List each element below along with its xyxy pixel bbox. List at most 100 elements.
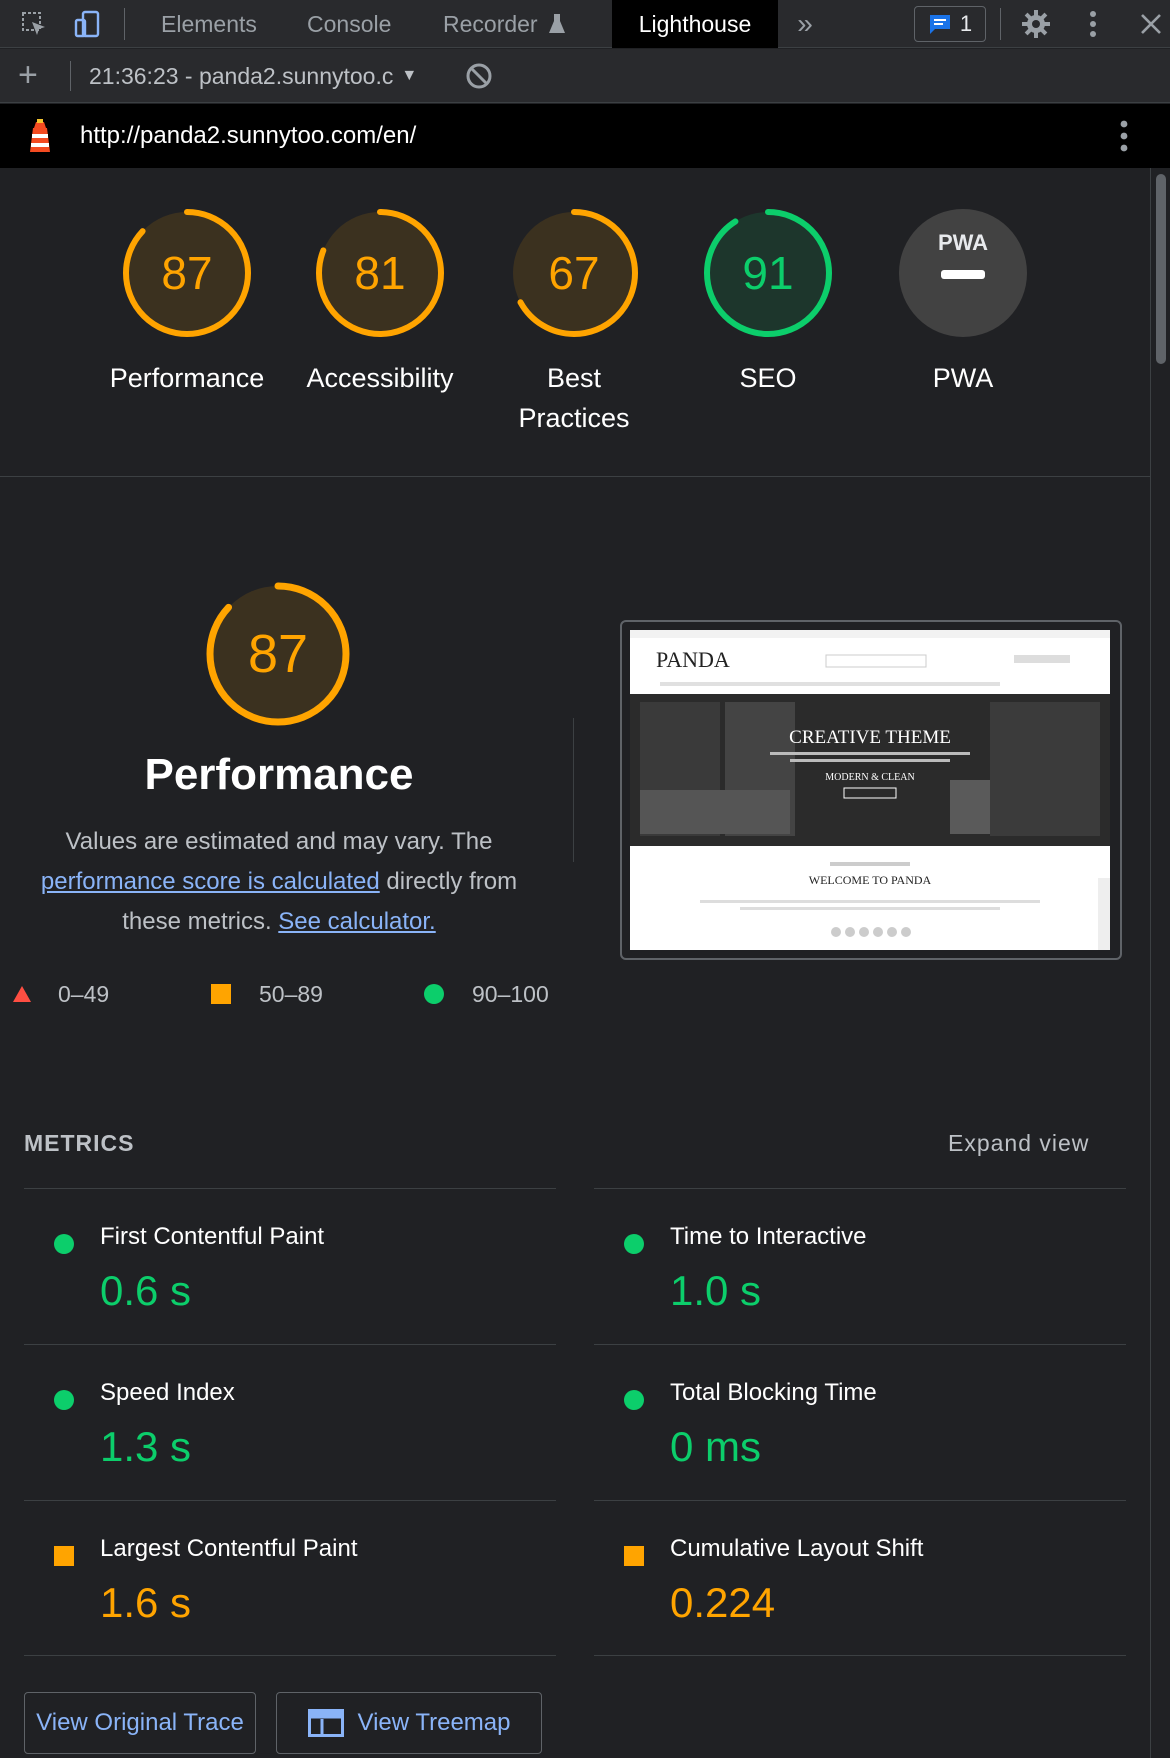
tab-console[interactable]: Console [307, 0, 391, 48]
metric-value: 1.6 s [100, 1579, 192, 1626]
devtools-toolbar: Elements Console Recorder Lighthouse » 1 [0, 0, 1170, 48]
button-label: View Treemap [357, 1709, 511, 1736]
pass-circle-icon [624, 1390, 644, 1410]
screenshot-illustration: PANDA CREATIVE THEME MODERN & CLEAN WELC… [630, 630, 1110, 950]
tab-recorder-label: Recorder [443, 10, 538, 37]
inspect-element-icon[interactable] [14, 0, 54, 48]
settings-gear-icon[interactable] [1018, 0, 1054, 48]
pwa-badge-text: PWA [938, 230, 988, 255]
message-icon [929, 15, 950, 34]
gauge-label: PWA [932, 363, 994, 393]
report-menu-icon[interactable] [1120, 120, 1128, 152]
performance-description: Values are estimated and may vary. The p… [20, 822, 538, 942]
metric-speed-index: Speed Index 1.3 s [24, 1344, 556, 1500]
clear-reports-icon[interactable] [465, 62, 493, 90]
average-square-icon [54, 1546, 74, 1566]
lighthouse-logo-icon [30, 119, 50, 152]
page-screenshot-thumbnail[interactable]: PANDA CREATIVE THEME MODERN & CLEAN WELC… [620, 620, 1122, 960]
performance-score-link[interactable]: performance score is calculated [41, 868, 380, 895]
gauge-score-value: 67 [548, 247, 600, 299]
gauge-score-value: 81 [354, 247, 406, 299]
metrics-heading: METRICS [24, 1130, 135, 1156]
fail-triangle-icon [13, 986, 31, 1002]
metric-name: Total Blocking Time [670, 1379, 877, 1406]
metric-largest-contentful-paint: Largest Contentful Paint 1.6 s [24, 1500, 556, 1656]
metric-cumulative-layout-shift: Cumulative Layout Shift 0.224 [594, 1500, 1126, 1656]
score-gauge-seo[interactable]: 91 SEO [673, 208, 863, 438]
thumb-hero-title: CREATIVE THEME [789, 727, 951, 748]
close-icon[interactable] [1134, 0, 1168, 48]
report-bar: + 21:36:23 - panda2.sunnytoo.c ▼ [0, 49, 1170, 103]
metric-first-contentful-paint: First Contentful Paint 0.6 s [24, 1188, 556, 1344]
vertical-separator [573, 718, 574, 862]
metric-name: Speed Index [100, 1379, 235, 1406]
performance-title: Performance [144, 750, 414, 799]
tab-lighthouse[interactable]: Lighthouse [612, 0, 778, 48]
thumb-welcome: WELCOME TO PANDA [809, 873, 932, 887]
metric-value: 0 ms [670, 1423, 762, 1470]
legend-label: 50–89 [259, 980, 323, 1007]
pass-circle-icon [624, 1234, 644, 1254]
more-tabs-icon[interactable]: » [790, 0, 820, 48]
pass-circle-icon [54, 1390, 74, 1410]
gauge-label: SEO [739, 363, 797, 393]
treemap-icon [307, 1709, 344, 1737]
button-label: View Original Trace [36, 1709, 244, 1736]
gauge-label: Best Practices [518, 363, 630, 433]
report-selector-label: 21:36:23 - panda2.sunnytoo.c [89, 62, 394, 89]
dropdown-caret-icon: ▼ [401, 67, 418, 84]
legend-pass: 90–100 [424, 976, 549, 1012]
pass-circle-icon [424, 984, 444, 1004]
device-toggle-icon[interactable] [68, 0, 108, 48]
tab-elements[interactable]: Elements [161, 0, 257, 48]
metric-value: 1.0 s [670, 1267, 762, 1314]
metric-total-blocking-time: Total Blocking Time 0 ms [594, 1344, 1126, 1500]
flask-icon [548, 14, 565, 33]
tab-recorder[interactable]: Recorder [443, 0, 566, 48]
section-divider [0, 476, 1150, 477]
gauge-score-value: 87 [161, 247, 213, 299]
thumb-hero-subtitle: MODERN & CLEAN [825, 772, 914, 783]
scrollbar-thumb[interactable] [1156, 174, 1166, 364]
pass-circle-icon [54, 1234, 74, 1254]
expand-view-toggle[interactable]: Expand view [948, 1130, 1089, 1157]
legend-label: 90–100 [472, 980, 549, 1007]
toolbar-separator [124, 8, 125, 40]
gauge-label: Performance [109, 363, 265, 393]
see-calculator-link[interactable]: See calculator. [278, 908, 435, 935]
more-options-icon[interactable] [1078, 0, 1108, 48]
score-gauge-accessibility[interactable]: 81 Accessibility [285, 208, 475, 438]
thumb-brand: PANDA [656, 647, 730, 672]
legend-fail: 0–49 [12, 976, 109, 1012]
report-selector[interactable]: 21:36:23 - panda2.sunnytoo.c ▼ [89, 49, 417, 103]
metric-value: 0.224 [670, 1579, 776, 1626]
score-gauge-pwa[interactable]: PWA PWA [868, 208, 1058, 438]
pwa-badge-icon: PWA [899, 209, 1027, 337]
report-url-bar: http://panda2.sunnytoo.com/en/ [0, 104, 1170, 168]
report-bar-separator [70, 61, 71, 91]
description-text: Values are estimated and may vary. The [65, 828, 493, 855]
metric-name: Cumulative Layout Shift [670, 1535, 924, 1562]
view-original-trace-button[interactable]: View Original Trace [24, 1692, 256, 1754]
toolbar-separator [1000, 8, 1001, 40]
average-square-icon [211, 984, 231, 1004]
metric-value: 0.6 s [100, 1267, 192, 1314]
scrollbar[interactable] [1150, 168, 1170, 1758]
metrics-divider [594, 1655, 1126, 1656]
average-square-icon [624, 1546, 644, 1566]
metric-name: Largest Contentful Paint [100, 1535, 358, 1562]
score-gauge-best-practices[interactable]: 67 Best Practices [479, 208, 669, 438]
metric-name: First Contentful Paint [100, 1223, 325, 1250]
score-gauge-performance[interactable]: 87 Performance [92, 208, 282, 438]
gauge-score-value: 91 [742, 247, 794, 299]
metrics-divider [24, 1655, 556, 1656]
legend-average: 50–89 [211, 976, 323, 1012]
issues-button[interactable]: 1 [914, 6, 986, 42]
metric-name: Time to Interactive [670, 1223, 867, 1250]
metric-time-to-interactive: Time to Interactive 1.0 s [594, 1188, 1126, 1344]
view-treemap-button[interactable]: View Treemap [276, 1692, 542, 1754]
metric-value: 1.3 s [100, 1423, 192, 1470]
new-report-plus-icon[interactable]: + [18, 57, 38, 93]
legend-label: 0–49 [58, 980, 110, 1007]
performance-score-value: 87 [247, 624, 309, 684]
